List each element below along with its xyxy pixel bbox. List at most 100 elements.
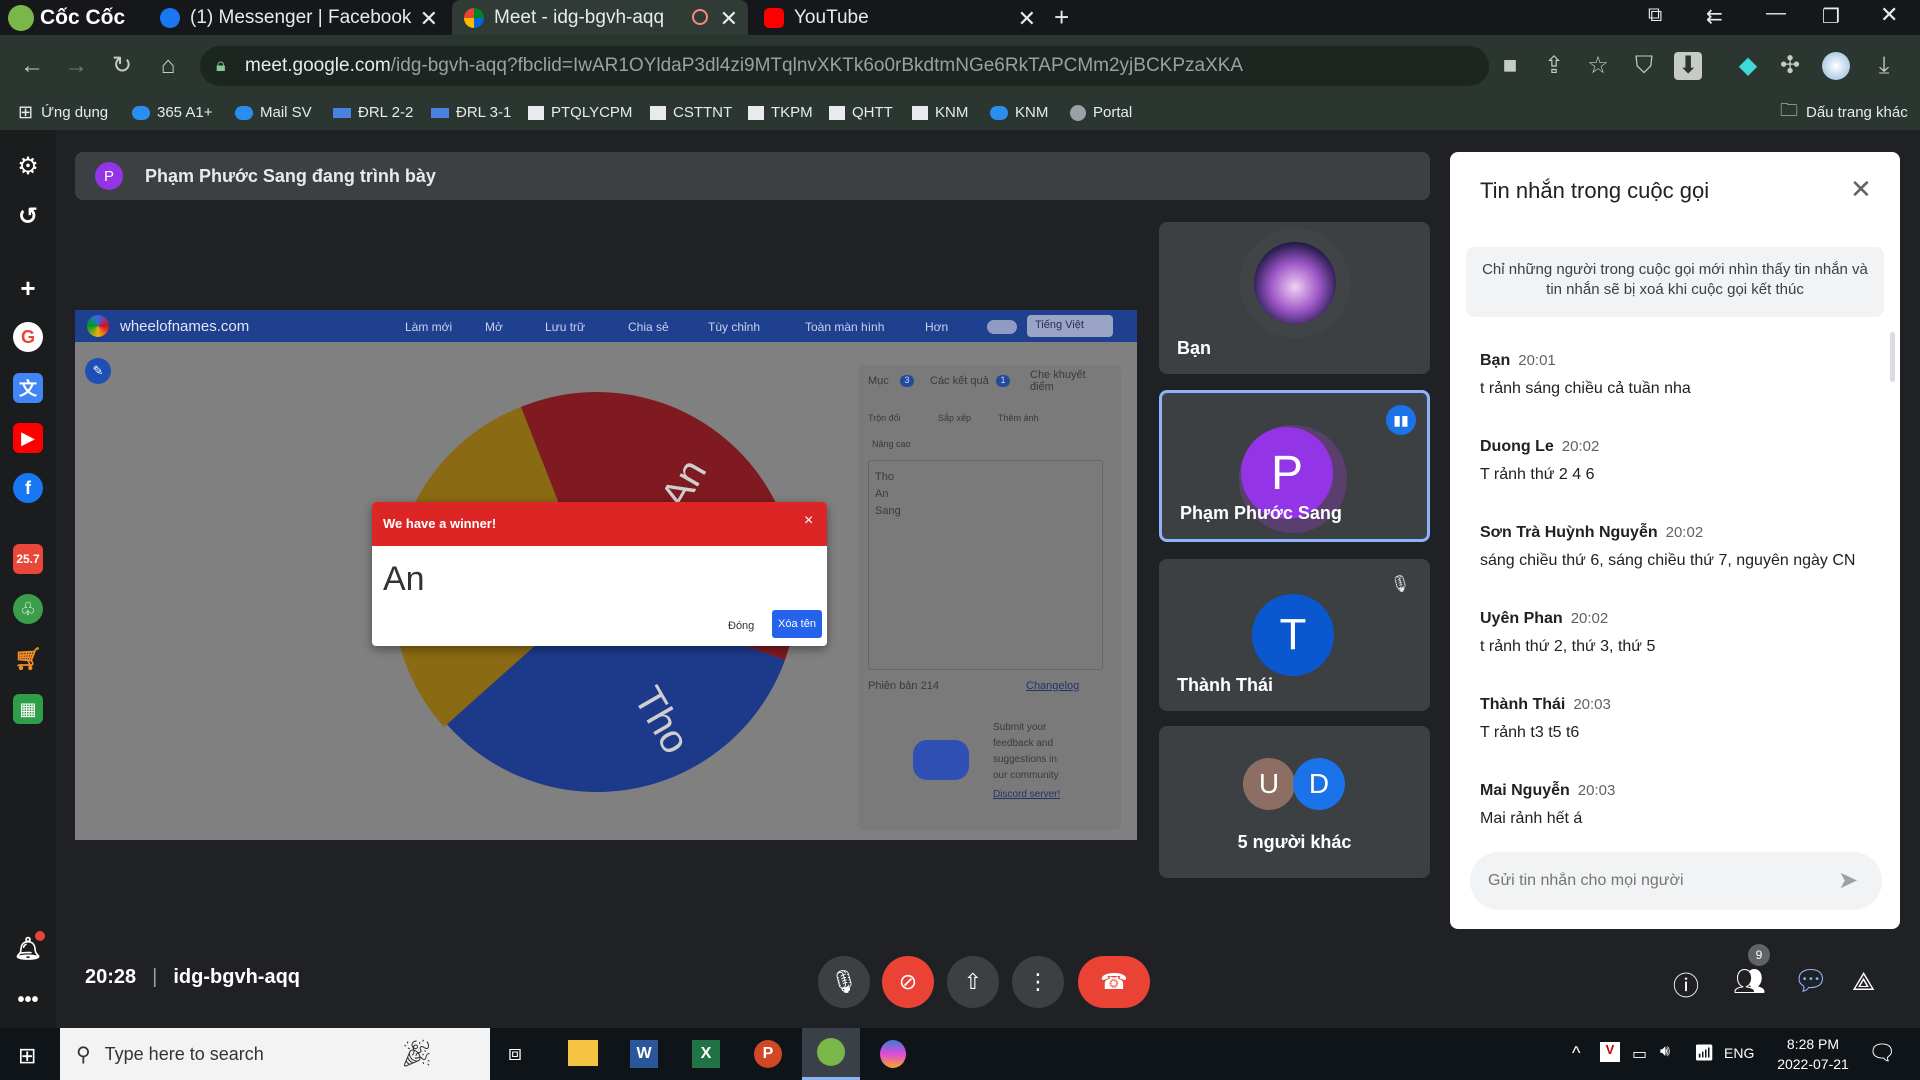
- add-sidebar-icon[interactable]: +: [13, 273, 43, 303]
- tab-meet[interactable]: Meet - idg-bgvh-aqq ✕: [452, 0, 748, 35]
- bookmark-ptqlycpm[interactable]: PTQLYCPM: [528, 95, 632, 130]
- shuffle-button[interactable]: Trộn đổi: [868, 413, 901, 423]
- bookmark-365[interactable]: 365 A1+: [132, 95, 212, 130]
- leave-call-button[interactable]: ☎︎: [1078, 956, 1150, 1008]
- browser-logo[interactable]: Cốc Cốc: [8, 3, 125, 33]
- menu-share[interactable]: Chia sẻ: [628, 320, 669, 334]
- profile-avatar[interactable]: [1822, 52, 1850, 80]
- edit-pencil-icon[interactable]: ✎: [85, 358, 111, 384]
- participant-tile-others[interactable]: U D 5 người khác: [1159, 726, 1430, 878]
- more-options-button[interactable]: ⋮: [1012, 956, 1064, 1008]
- bookmark-portal[interactable]: Portal: [1070, 95, 1132, 130]
- history-icon[interactable]: ↺: [13, 201, 43, 231]
- more-dots-icon[interactable]: •••: [13, 985, 43, 1015]
- cast-icon[interactable]: ⧉: [1648, 4, 1662, 27]
- chat-icon[interactable]: 💬︎: [1793, 964, 1829, 997]
- chat-scrollbar[interactable]: [1890, 332, 1895, 382]
- camera-in-use-icon[interactable]: ■: [1494, 50, 1526, 82]
- sheet-icon[interactable]: ▦: [13, 694, 43, 724]
- present-button[interactable]: ⇧: [947, 956, 999, 1008]
- excel-icon[interactable]: X: [692, 1040, 720, 1068]
- sort-button[interactable]: Sắp xếp: [938, 413, 971, 423]
- send-icon[interactable]: ➤: [1838, 866, 1858, 895]
- calendar-icon[interactable]: 25.7: [13, 544, 43, 574]
- dialog-close-button[interactable]: Đóng: [728, 620, 754, 632]
- volume-icon[interactable]: 🔊︎: [1660, 1043, 1670, 1061]
- close-tab-icon[interactable]: ✕: [720, 6, 738, 32]
- address-bar[interactable]: 🔒︎ meet.google.com/idg-bgvh-aqq?fbclid=I…: [200, 46, 1489, 86]
- close-tab-icon[interactable]: ✕: [420, 6, 438, 32]
- discord-link[interactable]: Discord server!: [993, 789, 1060, 800]
- menu-customize[interactable]: Tùy chỉnh: [708, 320, 760, 334]
- back-icon[interactable]: ←: [16, 50, 48, 82]
- close-tab-icon[interactable]: ✕: [1018, 6, 1036, 32]
- menu-save[interactable]: Lưu trữ: [545, 320, 585, 334]
- bookmark-knm[interactable]: KNM: [912, 95, 968, 130]
- extension-diamond-icon[interactable]: ◆: [1732, 50, 1764, 82]
- advanced-checkbox[interactable]: Nâng cao: [872, 439, 911, 449]
- tray-v-icon[interactable]: V: [1600, 1042, 1620, 1062]
- translate-icon[interactable]: 文: [13, 373, 43, 403]
- window-close-icon[interactable]: ✕: [1880, 2, 1898, 28]
- participant-tile-presenter[interactable]: P ▮▮ Phạm Phước Sang: [1159, 390, 1430, 542]
- bookmark-drl31[interactable]: ĐRL 3-1: [431, 95, 511, 130]
- settings-gear-icon[interactable]: ⚙: [13, 151, 43, 181]
- dialog-remove-button[interactable]: Xóa tên: [772, 610, 822, 638]
- taskbar-coccoc-active[interactable]: [802, 1028, 860, 1080]
- bookmark-other[interactable]: 🗀 Dấu trang khác: [1780, 95, 1908, 130]
- hide-checkbox[interactable]: Che khuyết điểm: [1030, 369, 1110, 393]
- bookmark-mailsv[interactable]: Mail SV: [235, 95, 312, 130]
- new-tab-icon[interactable]: +: [1054, 2, 1069, 33]
- maximize-icon[interactable]: ❐: [1822, 4, 1840, 29]
- share-page-icon[interactable]: ⇪: [1538, 50, 1570, 82]
- game-icon[interactable]: ♧: [13, 594, 43, 624]
- bookmark-tkpm[interactable]: TKPM: [748, 95, 813, 130]
- dialog-close-icon[interactable]: ×: [804, 512, 813, 530]
- paint-drop-icon[interactable]: [880, 1040, 906, 1068]
- taskbar-search[interactable]: ⚲ Type here to search 🎉︎: [60, 1028, 490, 1080]
- word-icon[interactable]: W: [630, 1040, 658, 1068]
- adblock-shield-icon[interactable]: ⛉: [1628, 50, 1660, 82]
- menu-more[interactable]: Hơn: [925, 320, 948, 334]
- menu-new[interactable]: Làm mới: [405, 320, 452, 334]
- tray-chevron-icon[interactable]: ^: [1572, 1043, 1580, 1064]
- bookmark-qhtt[interactable]: QHTT: [829, 95, 893, 130]
- menu-fullscreen[interactable]: Toàn màn hình: [805, 320, 884, 334]
- participant-tile-thai[interactable]: T 🎙︎ Thành Thái: [1159, 559, 1430, 711]
- chat-close-icon[interactable]: ✕: [1850, 174, 1872, 205]
- youtube-sidebar-icon[interactable]: ▶: [13, 423, 43, 453]
- google-icon[interactable]: G: [13, 322, 43, 352]
- bookmark-star-icon[interactable]: ☆: [1582, 50, 1614, 82]
- chat-input[interactable]: [1488, 862, 1818, 900]
- language-select[interactable]: Tiếng Việt: [1027, 315, 1113, 337]
- home-icon[interactable]: ⌂: [152, 50, 184, 82]
- people-icon[interactable]: 👥︎: [1733, 966, 1766, 997]
- camera-off-button[interactable]: ⊘: [882, 956, 934, 1008]
- results-tab[interactable]: Các kết quả: [930, 375, 989, 387]
- bookmark-drl22[interactable]: ĐRL 2-2: [333, 95, 413, 130]
- back-list-icon[interactable]: ⇇: [1706, 4, 1723, 29]
- microphone-button[interactable]: 🎙︎: [818, 956, 870, 1008]
- downloads-icon[interactable]: ⤓: [1868, 50, 1900, 82]
- task-view-icon[interactable]: ⧈: [508, 1040, 522, 1066]
- wifi-icon[interactable]: 📶︎: [1694, 1043, 1714, 1063]
- extensions-puzzle-icon[interactable]: ✣: [1774, 50, 1806, 82]
- battery-icon[interactable]: ▭: [1632, 1044, 1647, 1064]
- taskbar-clock[interactable]: 8:28 PM 2022-07-21: [1768, 1034, 1858, 1074]
- participant-tile-self[interactable]: Bạn: [1159, 222, 1430, 374]
- tab-youtube[interactable]: YouTube ✕: [752, 0, 1046, 35]
- action-center-icon[interactable]: 🗨︎: [1868, 1040, 1896, 1066]
- shop-cart-icon[interactable]: 🛒︎: [13, 644, 43, 674]
- minimize-icon[interactable]: —: [1766, 2, 1786, 25]
- reload-icon[interactable]: ↻: [106, 50, 138, 82]
- menu-open[interactable]: Mở: [485, 320, 503, 334]
- powerpoint-icon[interactable]: P: [754, 1040, 782, 1068]
- file-explorer-icon[interactable]: [568, 1040, 598, 1066]
- bookmark-apps[interactable]: ⊞ Ứng dụng: [18, 95, 108, 130]
- entries-tab[interactable]: Mục: [868, 375, 889, 387]
- windows-start-icon[interactable]: ⊞: [18, 1043, 36, 1069]
- forward-icon[interactable]: →: [60, 50, 92, 82]
- bookmark-knm-2[interactable]: KNM: [990, 95, 1048, 130]
- bookmark-csttnt[interactable]: CSTTNT: [650, 95, 732, 130]
- changelog-link[interactable]: Changelog: [1026, 680, 1079, 692]
